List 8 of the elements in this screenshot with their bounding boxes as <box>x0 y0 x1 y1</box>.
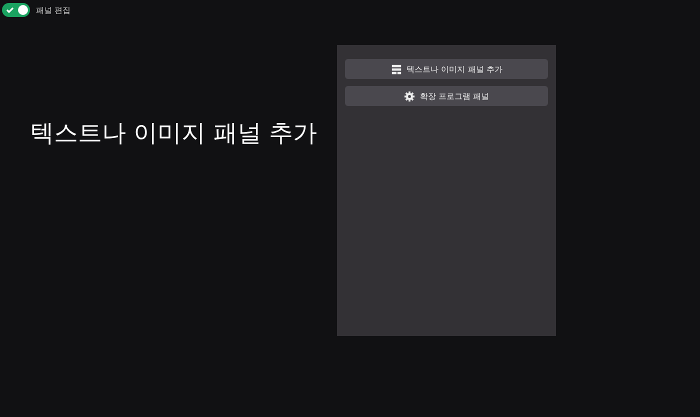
caption-text: 텍스트나 이미지 패널 추가 <box>30 118 317 149</box>
check-icon <box>5 5 15 15</box>
toggle-switch[interactable] <box>2 3 30 17</box>
settings-icon <box>404 90 415 102</box>
panel-button[interactable]: 텍스트나 이미지 패널 추가 <box>345 59 548 79</box>
layout-icon <box>390 64 402 74</box>
toggle-label: 패널 편집 <box>36 4 71 16</box>
panel-button[interactable]: 확장 프로그램 패널 <box>345 86 548 106</box>
